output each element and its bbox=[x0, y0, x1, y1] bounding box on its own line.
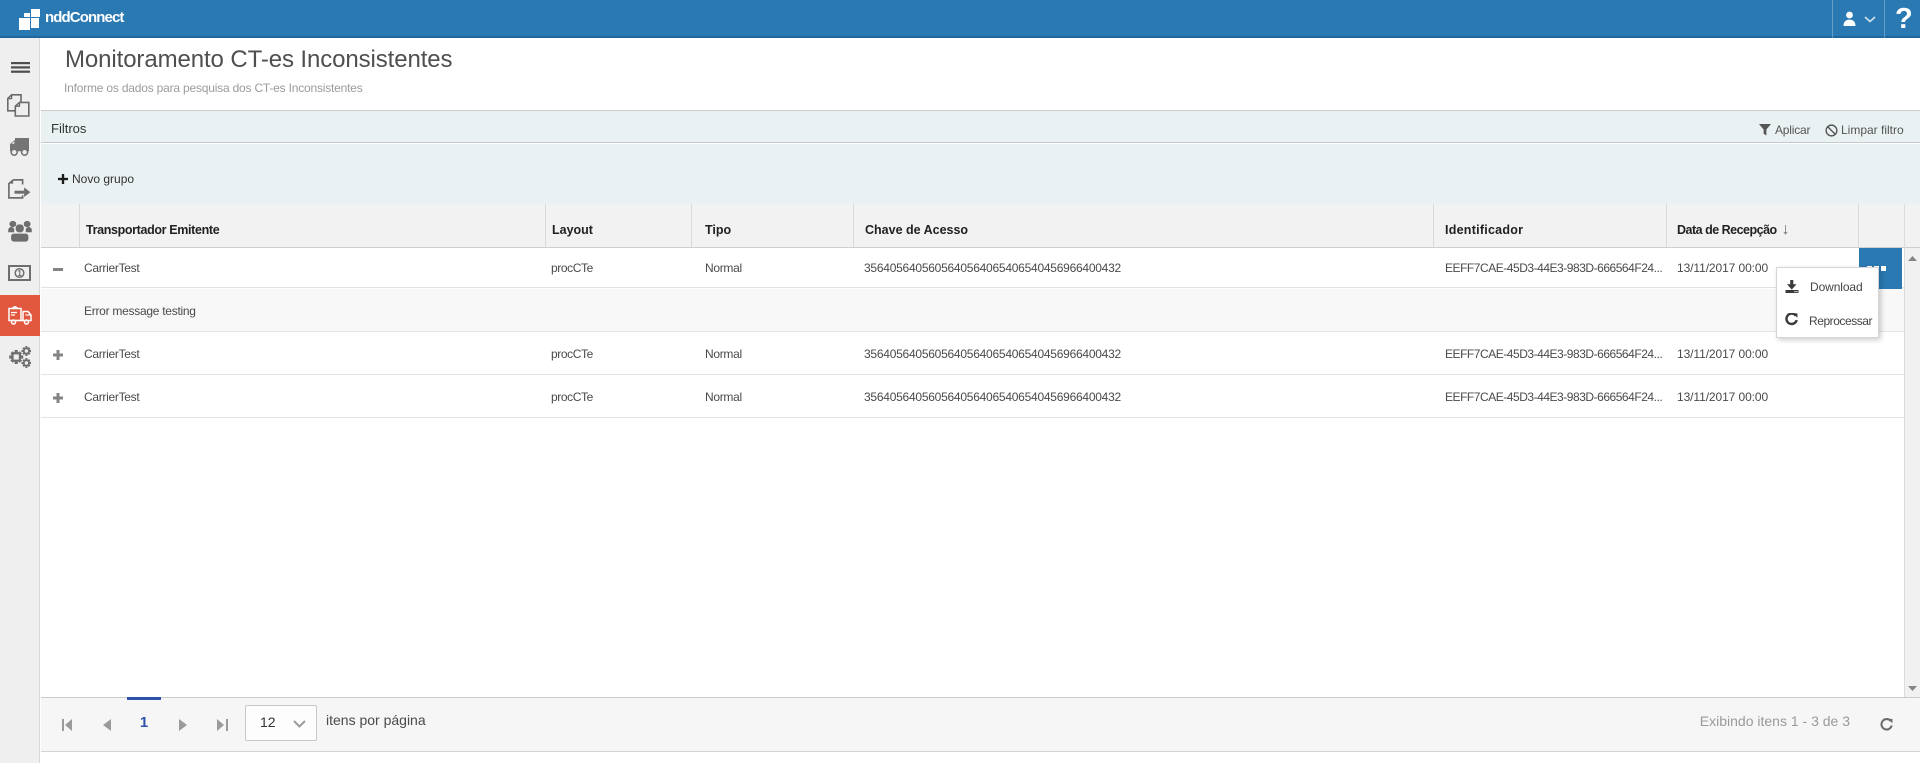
svg-text:1: 1 bbox=[17, 269, 22, 278]
